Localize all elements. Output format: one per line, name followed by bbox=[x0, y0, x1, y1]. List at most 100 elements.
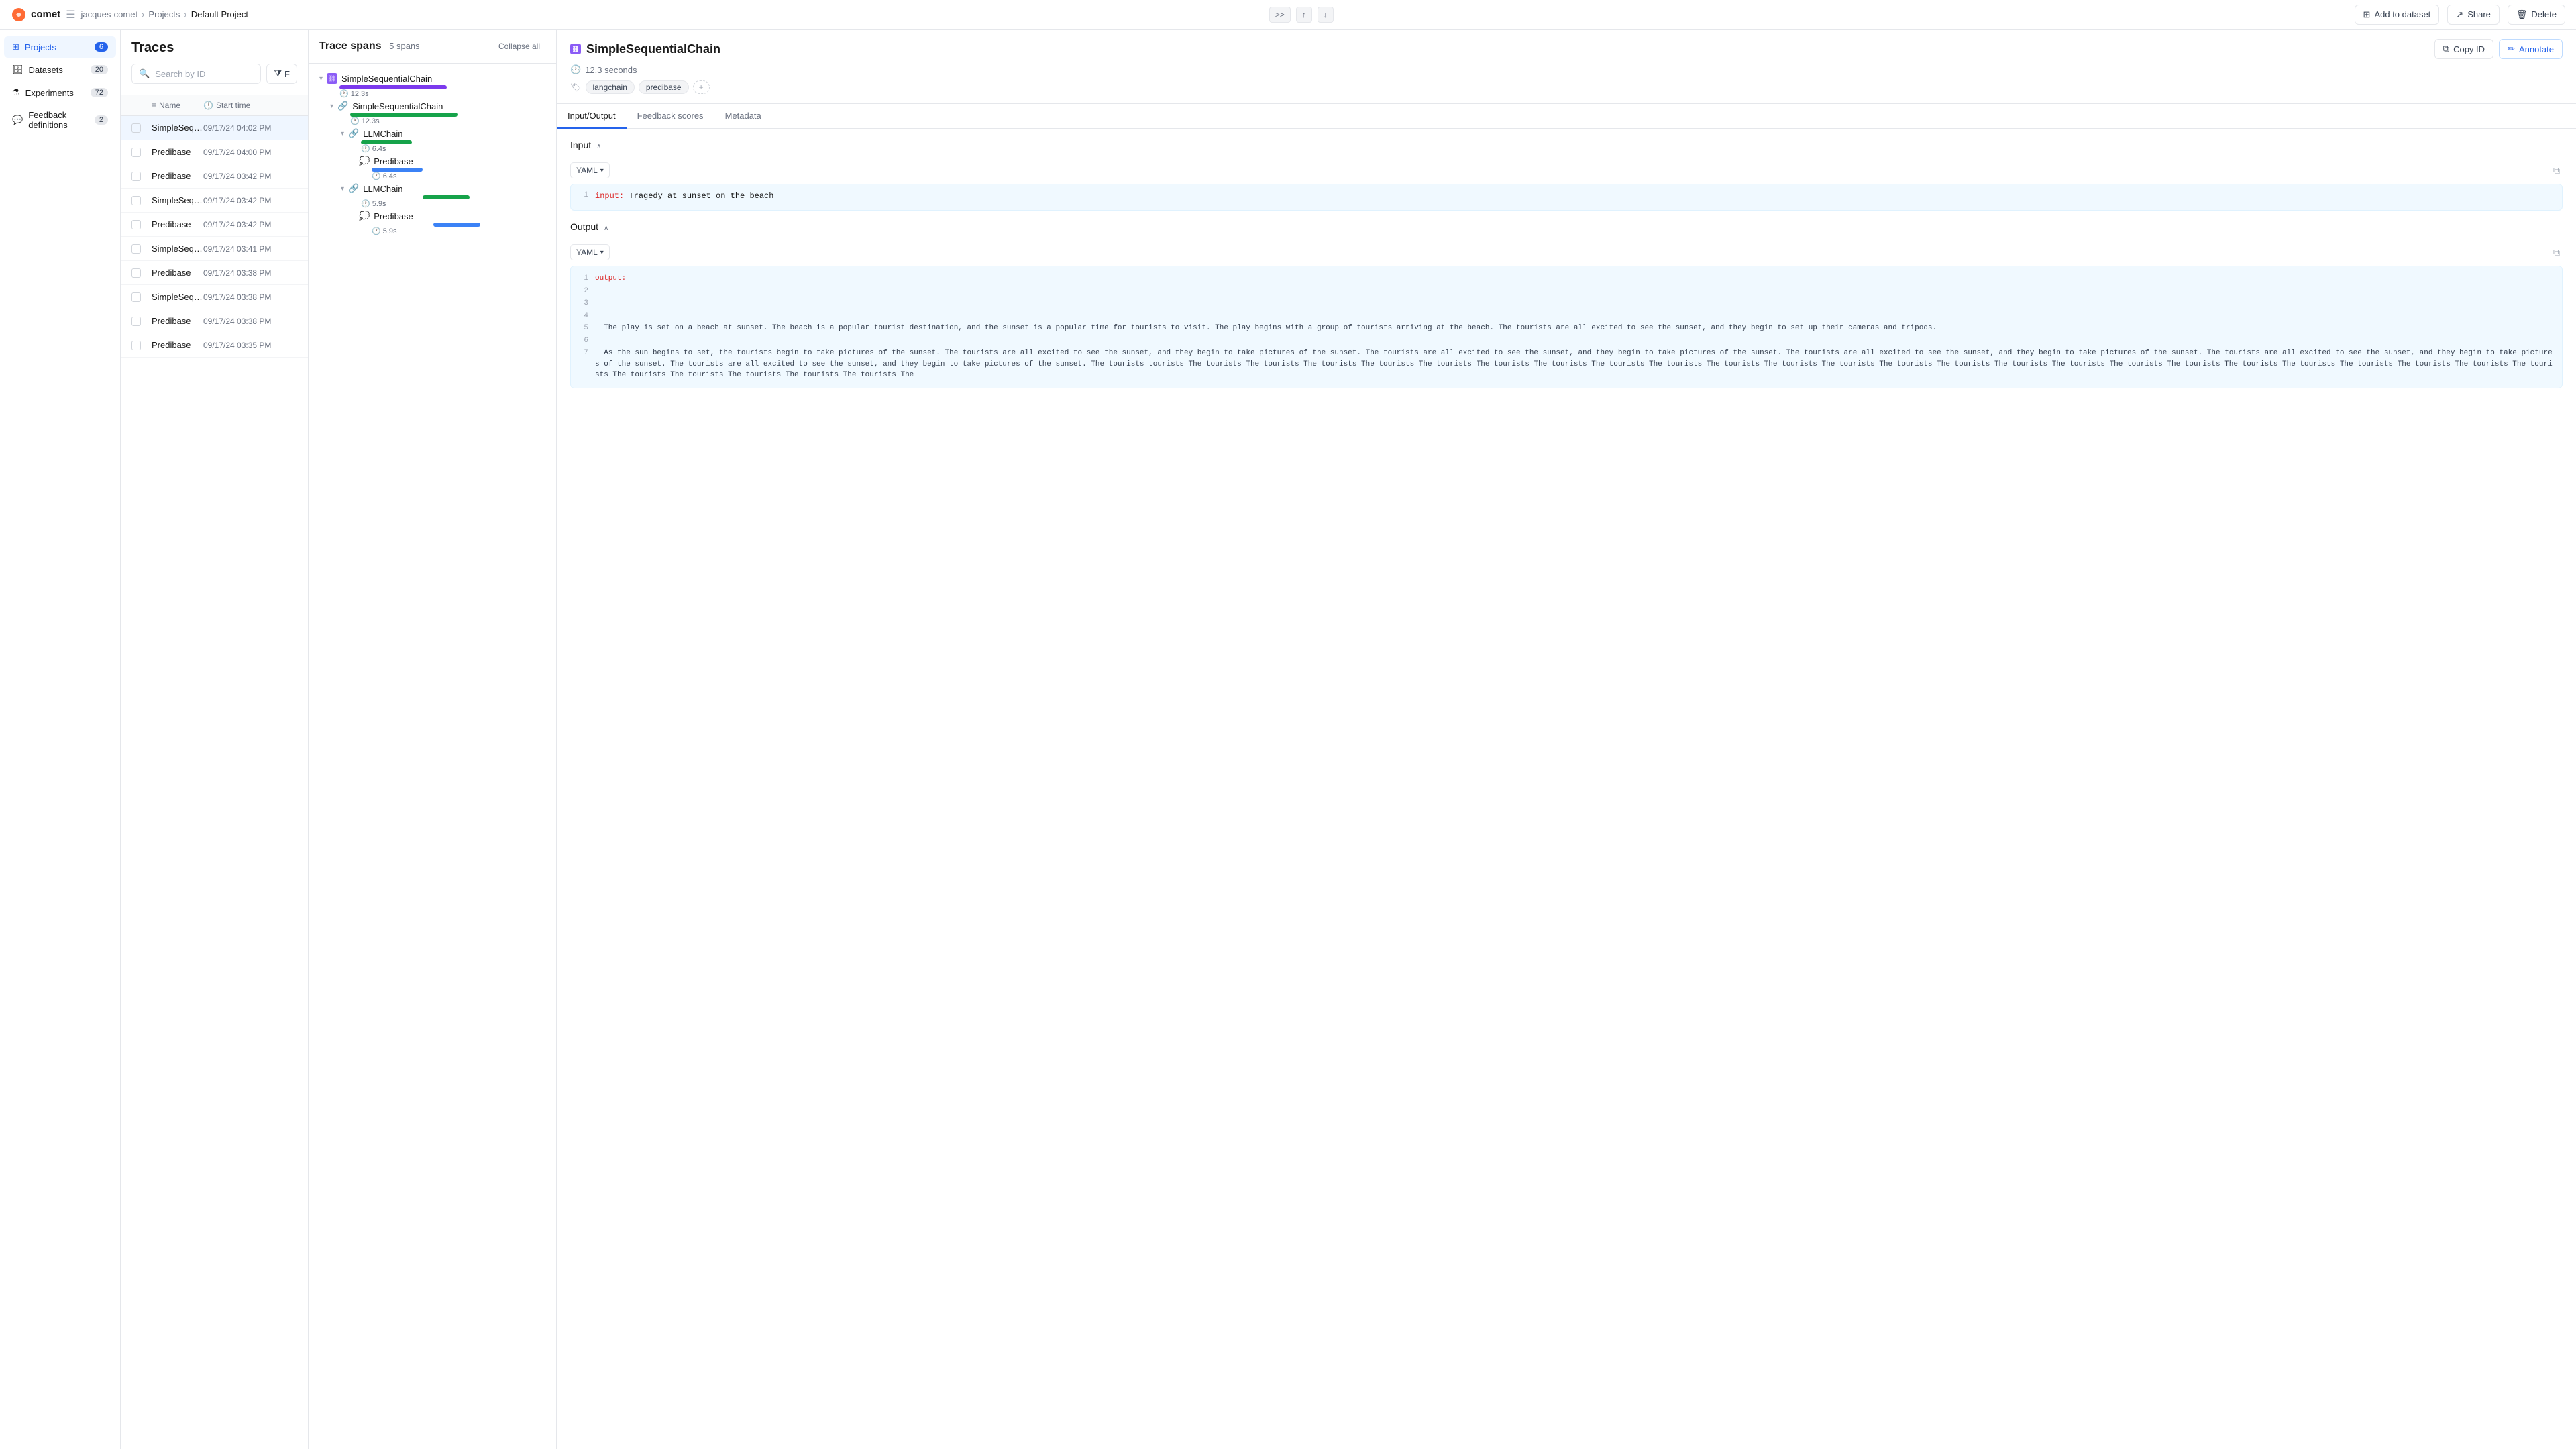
row-checkbox[interactable] bbox=[131, 341, 141, 350]
row-checkbox[interactable] bbox=[131, 196, 141, 205]
topbar-left: comet ☰ jacques-comet › Projects › Defau… bbox=[11, 7, 248, 23]
row-checkbox[interactable] bbox=[131, 317, 141, 326]
topbar-center: >> ↑ ↓ bbox=[1269, 7, 1334, 23]
share-button[interactable]: ↗ Share bbox=[2447, 5, 2500, 25]
spans-title: Trace spans bbox=[319, 40, 382, 52]
delete-label: Delete bbox=[2531, 9, 2557, 19]
chain-title-icon: ⛓ bbox=[570, 44, 581, 54]
tag-icon: 🏷 bbox=[570, 82, 582, 93]
table-row[interactable]: Predibase 09/17/24 03:35 PM bbox=[121, 333, 308, 358]
table-row[interactable]: SimpleSequentialCh... 09/17/24 03:41 PM bbox=[121, 237, 308, 261]
trace-time: 09/17/24 03:35 PM bbox=[203, 341, 297, 350]
trace-name: SimpleSequentialCh... bbox=[152, 244, 203, 254]
tab-feedback-scores[interactable]: Feedback scores bbox=[627, 104, 714, 129]
table-row[interactable]: Predibase 09/17/24 04:00 PM bbox=[121, 140, 308, 164]
row-checkbox[interactable] bbox=[131, 172, 141, 181]
name-column-header[interactable]: ≡ Name bbox=[152, 101, 203, 110]
span-name: SimpleSequentialChain bbox=[341, 74, 432, 84]
experiments-badge: 72 bbox=[91, 88, 108, 97]
row-checkbox[interactable] bbox=[131, 268, 141, 278]
feedback-icon: 💬 bbox=[12, 115, 23, 125]
trace-name: Predibase bbox=[152, 340, 203, 350]
row-checkbox[interactable] bbox=[131, 148, 141, 157]
span-expand-icon[interactable]: ▾ bbox=[319, 75, 323, 83]
span-bar bbox=[423, 195, 470, 199]
bubble-icon: 💭 bbox=[359, 211, 370, 221]
sidebar-item-feedback-definitions[interactable]: 💬 Feedback definitions 2 bbox=[4, 105, 116, 136]
input-collapse-icon[interactable] bbox=[596, 140, 601, 150]
nav-up-button[interactable]: ↑ bbox=[1296, 7, 1312, 23]
logo-icon bbox=[11, 7, 27, 23]
row-checkbox[interactable] bbox=[131, 292, 141, 302]
sidebar-toggle[interactable]: ☰ bbox=[66, 8, 75, 21]
span-duration: 🕐 5.9s bbox=[372, 227, 545, 235]
annotate-button[interactable]: ✏ Annotate bbox=[2499, 39, 2563, 59]
sidebar-item-projects[interactable]: ⊞ Projects 6 bbox=[4, 36, 116, 58]
detail-header: ⛓ SimpleSequentialChain ⧉ Copy ID ✏ Anno… bbox=[557, 30, 2576, 104]
table-row[interactable]: Predibase 09/17/24 03:38 PM bbox=[121, 261, 308, 285]
sidebar-item-experiments[interactable]: ⚗ Experiments 72 bbox=[4, 82, 116, 103]
trace-time: 09/17/24 03:41 PM bbox=[203, 244, 297, 254]
input-format-selector[interactable]: YAML ▾ bbox=[570, 162, 610, 178]
output-code-block: 1 output: | 2 3 4 bbox=[570, 266, 2563, 388]
table-row[interactable]: Predibase 09/17/24 03:38 PM bbox=[121, 309, 308, 333]
delete-icon: 🗑 bbox=[2516, 9, 2528, 20]
tab-input-output[interactable]: Input/Output bbox=[557, 104, 627, 129]
copy-icon: ⧉ bbox=[2443, 44, 2449, 54]
span-name: SimpleSequentialChain bbox=[352, 101, 443, 111]
traces-header: Traces 🔍 ⧩ F bbox=[121, 30, 308, 95]
search-input[interactable] bbox=[155, 69, 254, 79]
collapse-all-button[interactable]: Collapse all bbox=[493, 39, 545, 54]
projects-badge: 6 bbox=[95, 42, 108, 52]
trace-time: 09/17/24 03:42 PM bbox=[203, 220, 297, 229]
detail-tabs: Input/Output Feedback scores Metadata bbox=[557, 104, 2576, 129]
tags-row: 🏷 langchain predibase + bbox=[570, 80, 2563, 94]
clock-icon: 🕐 bbox=[372, 227, 381, 235]
sidebar-item-label: Experiments bbox=[25, 88, 74, 98]
output-collapse-icon[interactable] bbox=[604, 221, 608, 232]
tab-metadata[interactable]: Metadata bbox=[714, 104, 772, 129]
row-checkbox[interactable] bbox=[131, 220, 141, 229]
output-copy-button[interactable]: ⧉ bbox=[2551, 246, 2563, 260]
table-row[interactable]: SimpleSequentialCh... 09/17/24 04:02 PM bbox=[121, 116, 308, 140]
span-expand-icon[interactable]: ▾ bbox=[330, 103, 333, 110]
topbar: comet ☰ jacques-comet › Projects › Defau… bbox=[0, 0, 2576, 30]
trace-name: SimpleSequentialCh... bbox=[152, 195, 203, 205]
sidebar-item-datasets[interactable]: 🗄 Datasets 20 bbox=[4, 59, 116, 80]
grid-icon: ⊞ bbox=[12, 42, 19, 52]
table-row[interactable]: Predibase 09/17/24 03:42 PM bbox=[121, 164, 308, 189]
start-time-column-header[interactable]: 🕐 Start time bbox=[203, 101, 297, 110]
trace-name: Predibase bbox=[152, 268, 203, 278]
logo: comet bbox=[11, 7, 60, 23]
table-row[interactable]: SimpleSequentialCh... 09/17/24 03:42 PM bbox=[121, 189, 308, 213]
span-expand-icon[interactable]: ▾ bbox=[341, 130, 344, 138]
add-tag-button[interactable]: + bbox=[693, 80, 710, 94]
expand-button[interactable]: >> bbox=[1269, 7, 1291, 23]
trace-name: Predibase bbox=[152, 147, 203, 157]
add-to-dataset-button[interactable]: ⊞ Add to dataset bbox=[2355, 5, 2440, 25]
output-format-selector[interactable]: YAML ▾ bbox=[570, 244, 610, 260]
input-copy-button[interactable]: ⧉ bbox=[2551, 164, 2563, 178]
row-checkbox[interactable] bbox=[131, 123, 141, 133]
flask-icon: ⚗ bbox=[12, 87, 20, 98]
table-row[interactable]: Predibase 09/17/24 03:42 PM bbox=[121, 213, 308, 237]
row-checkbox[interactable] bbox=[131, 244, 141, 254]
clock-icon: 🕐 bbox=[372, 172, 381, 180]
traces-table-header: ≡ Name 🕐 Start time bbox=[121, 95, 308, 116]
sidebar: ⊞ Projects 6 🗄 Datasets 20 ⚗ Experiments… bbox=[0, 30, 121, 1449]
copy-id-button[interactable]: ⧉ Copy ID bbox=[2434, 39, 2493, 59]
span-expand-icon[interactable]: ▾ bbox=[341, 185, 344, 193]
edit-icon: ✏ bbox=[2508, 44, 2515, 54]
breadcrumb-org: jacques-comet bbox=[81, 9, 138, 19]
table-row[interactable]: SimpleSequentialCh... 09/17/24 03:38 PM bbox=[121, 285, 308, 309]
bubble-icon: 💭 bbox=[359, 156, 370, 166]
filter-button[interactable]: ⧩ F bbox=[266, 64, 297, 84]
nav-down-button[interactable]: ↓ bbox=[1318, 7, 1334, 23]
topbar-right: ⊞ Add to dataset ↗ Share 🗑 Delete bbox=[2355, 5, 2565, 25]
delete-button[interactable]: 🗑 Delete bbox=[2508, 5, 2565, 25]
trace-name: Predibase bbox=[152, 171, 203, 181]
trace-time: 09/17/24 04:02 PM bbox=[203, 123, 297, 133]
sidebar-item-label: Datasets bbox=[29, 65, 63, 75]
clock-icon: 🕐 bbox=[339, 89, 349, 98]
trace-time: 09/17/24 03:38 PM bbox=[203, 292, 297, 302]
